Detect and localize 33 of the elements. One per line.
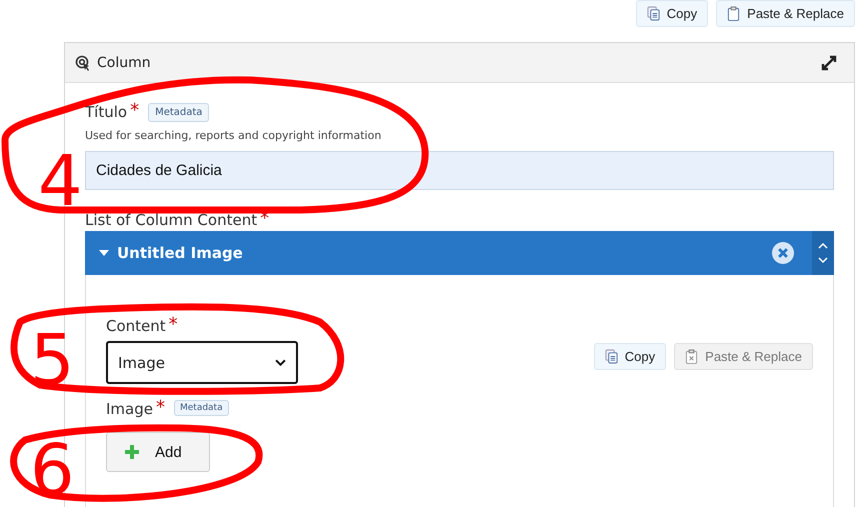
down-icon[interactable] (818, 257, 828, 263)
add-button[interactable]: Add (106, 432, 210, 472)
touch-icon (75, 54, 91, 70)
panel-title: Column (97, 54, 152, 70)
field-label: Content (106, 317, 166, 335)
copy-icon (646, 6, 660, 21)
field-label: Image (106, 400, 153, 418)
field-label: Título (85, 103, 128, 121)
copy-icon (604, 349, 618, 364)
item-header[interactable]: Untitled Image (85, 231, 834, 275)
required-mark: * (130, 103, 140, 119)
required-mark: * (168, 317, 178, 333)
item-title: Untitled Image (117, 244, 244, 262)
action-button[interactable]: Paste & Replace (716, 0, 855, 27)
clipboard-icon (685, 349, 698, 364)
caret-icon[interactable] (99, 250, 109, 256)
help-text: Used for searching, reports and copyright information (85, 129, 382, 142)
reorder-control[interactable] (812, 231, 834, 275)
metadata-tag: Metadata (148, 103, 210, 122)
required-mark: * (156, 400, 165, 416)
up-icon[interactable] (818, 243, 828, 249)
remove-icon[interactable] (772, 242, 794, 264)
expand-icon[interactable] (820, 54, 838, 72)
field-label: List of Column Content (85, 211, 258, 229)
metadata-tag: Metadata (174, 400, 229, 416)
content-select[interactable]: Image (106, 341, 298, 384)
plus-icon (125, 445, 139, 459)
action-button[interactable]: Copy (636, 0, 708, 27)
annotation-number: 4 (38, 140, 83, 222)
chevron-icon (275, 359, 286, 366)
action-button[interactable]: Copy (594, 343, 666, 370)
clipboard-icon (727, 6, 740, 21)
title-field[interactable]: Cidades de Galicia (85, 151, 834, 190)
